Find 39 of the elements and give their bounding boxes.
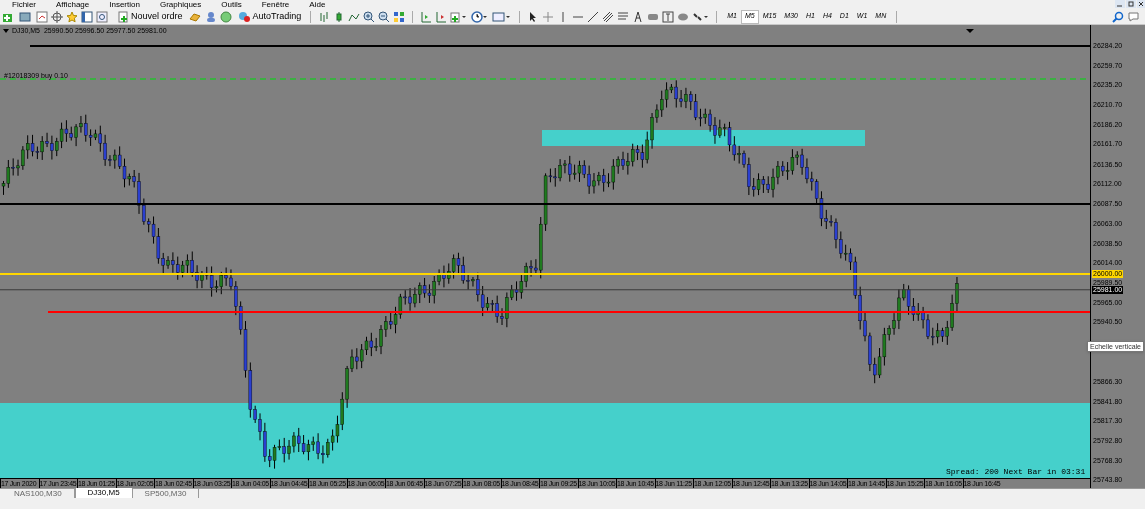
chart-window-icon[interactable] [36,10,48,23]
dropdown-triangle-icon[interactable] [3,28,9,34]
search-icon[interactable] [1112,10,1124,23]
zoom-in-icon[interactable] [363,10,376,23]
channel-icon[interactable] [602,10,615,23]
trendline-icon[interactable] [587,10,600,23]
close-icon[interactable] [1137,0,1145,8]
clock-icon[interactable] [471,10,490,23]
arrows-icon[interactable] [692,10,711,23]
spread-countdown-text: Spread: 200 Next Bar in 03:31 [946,467,1086,477]
minimize-icon[interactable] [1115,0,1125,8]
autoscroll-icon[interactable] [435,10,448,23]
menu-item[interactable]: Insertion [109,0,140,9]
chart-tab[interactable]: NAS100,M30 [2,489,75,498]
crosshair-icon[interactable] [51,10,63,23]
menu-item[interactable]: Graphiques [159,0,202,9]
text-box-icon[interactable] [662,10,675,23]
indicators-icon[interactable] [450,10,469,23]
plus-document-icon [117,10,129,23]
panel-icon[interactable] [81,10,93,23]
zoom-out-icon[interactable] [378,10,391,23]
menu-item[interactable]: Fichier [12,0,36,9]
bar-chart-icon[interactable] [318,10,331,23]
menu-item[interactable]: Affichage [56,0,90,9]
chart-tab[interactable]: SP500,M30 [132,489,200,498]
tile-windows-icon[interactable] [393,10,406,23]
templates-icon[interactable] [492,10,513,23]
star-icon[interactable] [66,10,78,23]
autotrading-button[interactable]: AutoTrading [234,9,304,24]
restore-icon[interactable] [1126,0,1136,8]
text-icon[interactable] [632,10,645,23]
chart-shift-icon[interactable] [420,10,433,23]
menu-item[interactable]: Outils [221,0,242,9]
menu-item[interactable]: Aide [309,0,326,9]
menu-item[interactable]: Fenêtre [261,0,290,9]
zone-rectangle[interactable] [542,130,865,146]
chart-tab[interactable]: DJ30,M5 [74,488,133,498]
new-order-button[interactable]: Nouvel ordre [115,9,185,24]
shift-marker-icon [966,29,974,33]
